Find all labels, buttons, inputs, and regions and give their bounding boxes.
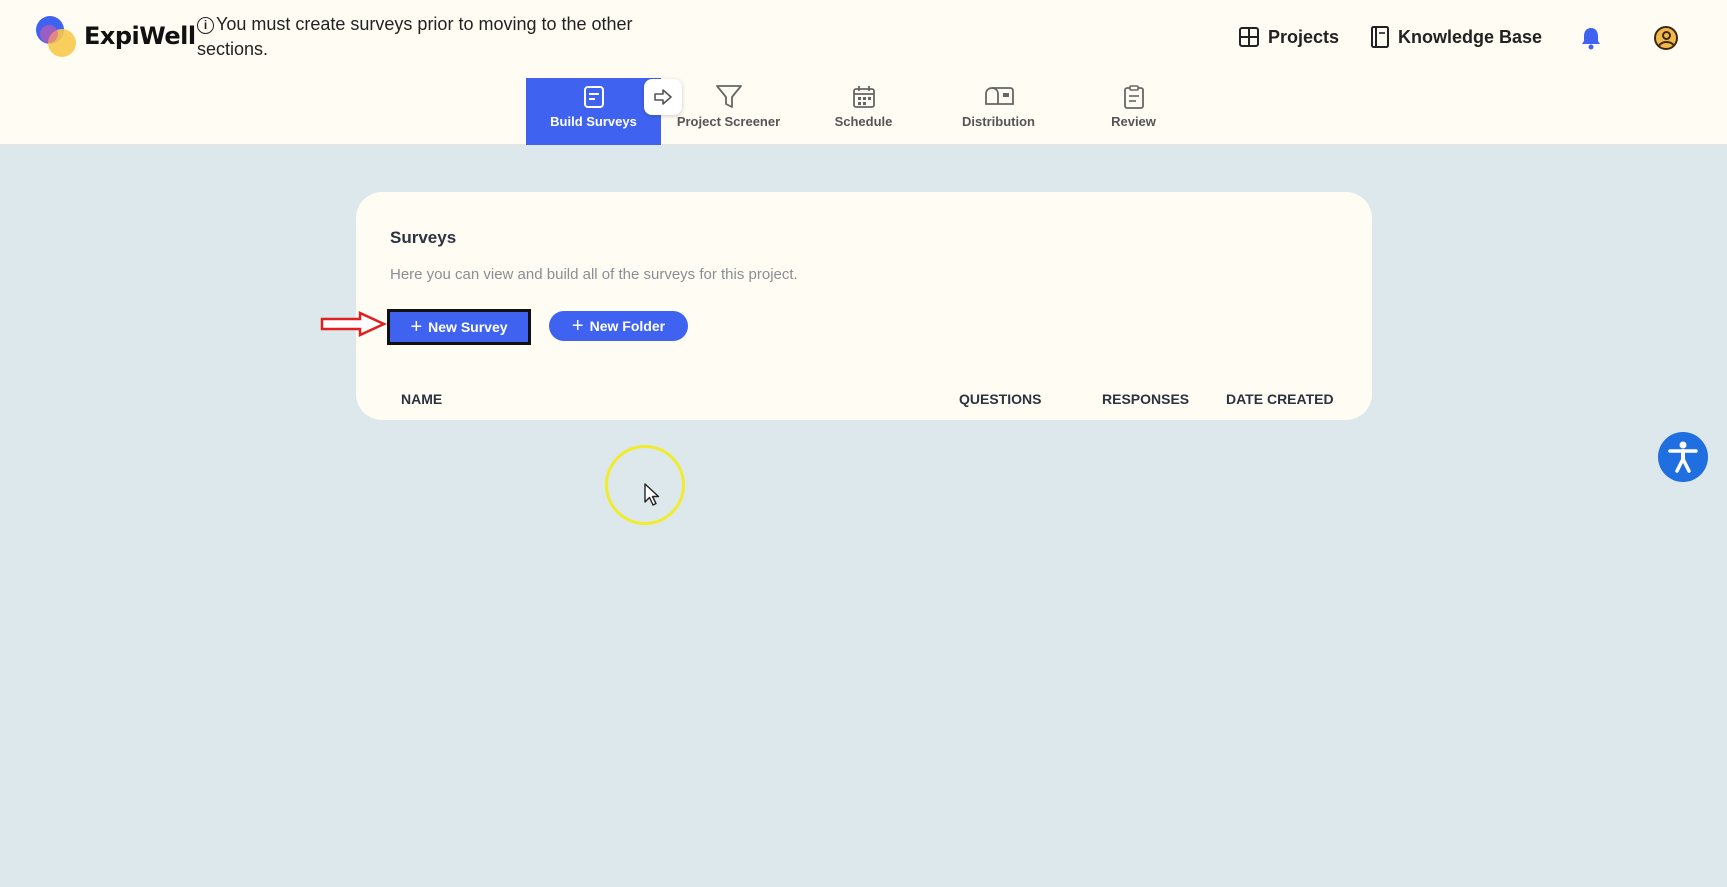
tab-label: Distribution (962, 114, 1035, 129)
knowledge-base-label: Knowledge Base (1398, 26, 1543, 47)
project-stepper: Build Surveys Project Screener Schedule (526, 78, 1201, 145)
plus-icon: + (571, 315, 584, 337)
tab-review[interactable]: Review (1066, 78, 1201, 145)
tab-label: Review (1111, 114, 1156, 129)
column-header-name[interactable]: NAME (401, 391, 442, 407)
calendar-icon (852, 86, 875, 108)
tab-schedule[interactable]: Schedule (796, 78, 931, 145)
notice-text: i You must create surveys prior to moving… (197, 12, 657, 62)
new-folder-button[interactable]: + New Folder (549, 311, 688, 341)
bell-icon[interactable] (1580, 26, 1602, 55)
book-icon (1371, 26, 1389, 48)
red-arrow-annotation-icon (320, 311, 388, 337)
expiwell-logo[interactable] (36, 16, 78, 58)
knowledge-base-link[interactable]: Knowledge Base (1370, 22, 1542, 52)
surveys-subtitle: Here you can view and build all of the s… (390, 266, 798, 283)
clipboard-icon (1123, 85, 1144, 109)
accessibility-icon[interactable] (1658, 432, 1708, 482)
tab-distribution[interactable]: Distribution (931, 78, 1066, 145)
user-avatar-icon[interactable] (1654, 26, 1678, 50)
filter-icon (715, 85, 742, 108)
tab-build-surveys[interactable]: Build Surveys (526, 78, 661, 145)
tab-label: Project Screener (676, 114, 781, 129)
info-icon: i (197, 17, 214, 34)
new-survey-button[interactable]: + New Survey (387, 309, 531, 345)
projects-link[interactable]: Projects (1238, 22, 1339, 52)
top-bar: ExpiWell i You must create surveys prior … (0, 0, 1727, 145)
column-header-date-created[interactable]: DATE CREATED (1226, 391, 1334, 407)
new-survey-label: New Survey (428, 319, 508, 335)
surveys-card: Surveys Here you can view and build all … (356, 192, 1372, 420)
new-folder-label: New Folder (589, 318, 666, 334)
notice-message: You must create surveys prior to moving … (197, 14, 633, 59)
projects-label: Projects (1268, 26, 1340, 47)
mailbox-icon (984, 87, 1014, 105)
grid-icon (1239, 27, 1259, 47)
tab-label: Schedule (834, 114, 893, 129)
document-icon (583, 86, 604, 108)
tab-label: Build Surveys (550, 114, 637, 129)
plus-icon: + (410, 316, 423, 338)
column-header-responses[interactable]: RESPONSES (1102, 391, 1189, 407)
column-header-questions[interactable]: QUESTIONS (959, 391, 1041, 407)
brand-name[interactable]: ExpiWell (84, 22, 196, 50)
mouse-cursor-icon (644, 483, 660, 506)
surveys-title: Surveys (390, 228, 457, 247)
next-step-arrow-icon[interactable] (644, 79, 682, 115)
